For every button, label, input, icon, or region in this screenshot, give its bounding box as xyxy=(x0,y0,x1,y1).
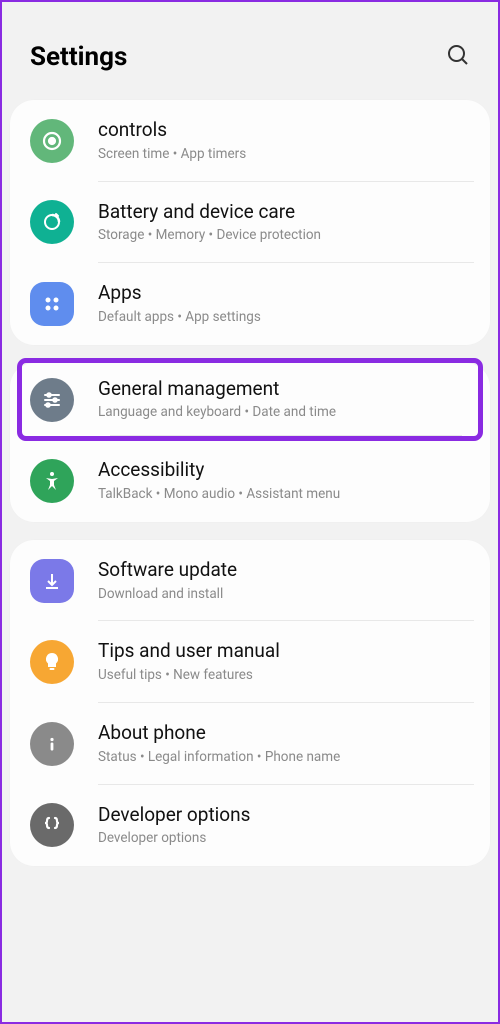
page-title: Settings xyxy=(30,42,127,72)
braces-icon xyxy=(30,803,74,847)
search-icon xyxy=(446,43,470,67)
wellbeing-icon xyxy=(30,119,74,163)
row-title: Apps xyxy=(98,281,474,306)
settings-row-about-phone[interactable]: About phone Status • Legal information •… xyxy=(10,703,490,785)
row-subtitle: Default apps • App settings xyxy=(98,308,474,327)
settings-row-software-update[interactable]: Software update Download and install xyxy=(10,540,490,622)
settings-group-wellbeing: controls Screen time • App timers Batter… xyxy=(10,100,490,345)
accessibility-icon xyxy=(30,459,74,503)
settings-group-management: General management Language and keyboard… xyxy=(10,363,490,522)
settings-row-developer-options[interactable]: Developer options Developer options xyxy=(10,785,490,867)
row-subtitle: Language and keyboard • Date and time xyxy=(98,403,470,422)
row-subtitle: Storage • Memory • Device protection xyxy=(98,226,474,245)
download-icon xyxy=(30,559,74,603)
row-title: About phone xyxy=(98,721,474,746)
settings-row-apps[interactable]: Apps Default apps • App settings xyxy=(10,263,490,345)
row-subtitle: Download and install xyxy=(98,585,474,604)
row-subtitle: Status • Legal information • Phone name xyxy=(98,748,474,767)
search-button[interactable] xyxy=(446,43,470,71)
row-title: Battery and device care xyxy=(98,200,474,225)
settings-row-battery[interactable]: Battery and device care Storage • Memory… xyxy=(10,182,490,264)
info-icon xyxy=(30,722,74,766)
settings-row-tips[interactable]: Tips and user manual Useful tips • New f… xyxy=(10,621,490,703)
row-title: controls xyxy=(98,118,474,143)
settings-row-general-management[interactable]: General management Language and keyboard… xyxy=(22,363,478,437)
row-subtitle: Developer options xyxy=(98,829,474,848)
row-title: Tips and user manual xyxy=(98,639,474,664)
header: Settings xyxy=(2,2,498,100)
settings-row-accessibility[interactable]: Accessibility TalkBack • Mono audio • As… xyxy=(10,440,490,522)
row-subtitle: Screen time • App timers xyxy=(98,145,474,164)
battery-care-icon xyxy=(30,200,74,244)
row-title: Developer options xyxy=(98,803,474,828)
sliders-icon xyxy=(30,378,74,422)
row-subtitle: Useful tips • New features xyxy=(98,666,474,685)
settings-row-controls[interactable]: controls Screen time • App timers xyxy=(10,100,490,182)
settings-group-system: Software update Download and install Tip… xyxy=(10,540,490,866)
row-subtitle: TalkBack • Mono audio • Assistant menu xyxy=(98,485,474,504)
row-title: Software update xyxy=(98,558,474,583)
row-title: Accessibility xyxy=(98,458,474,483)
lightbulb-icon xyxy=(30,640,74,684)
apps-icon xyxy=(30,282,74,326)
row-title: General management xyxy=(98,377,470,402)
